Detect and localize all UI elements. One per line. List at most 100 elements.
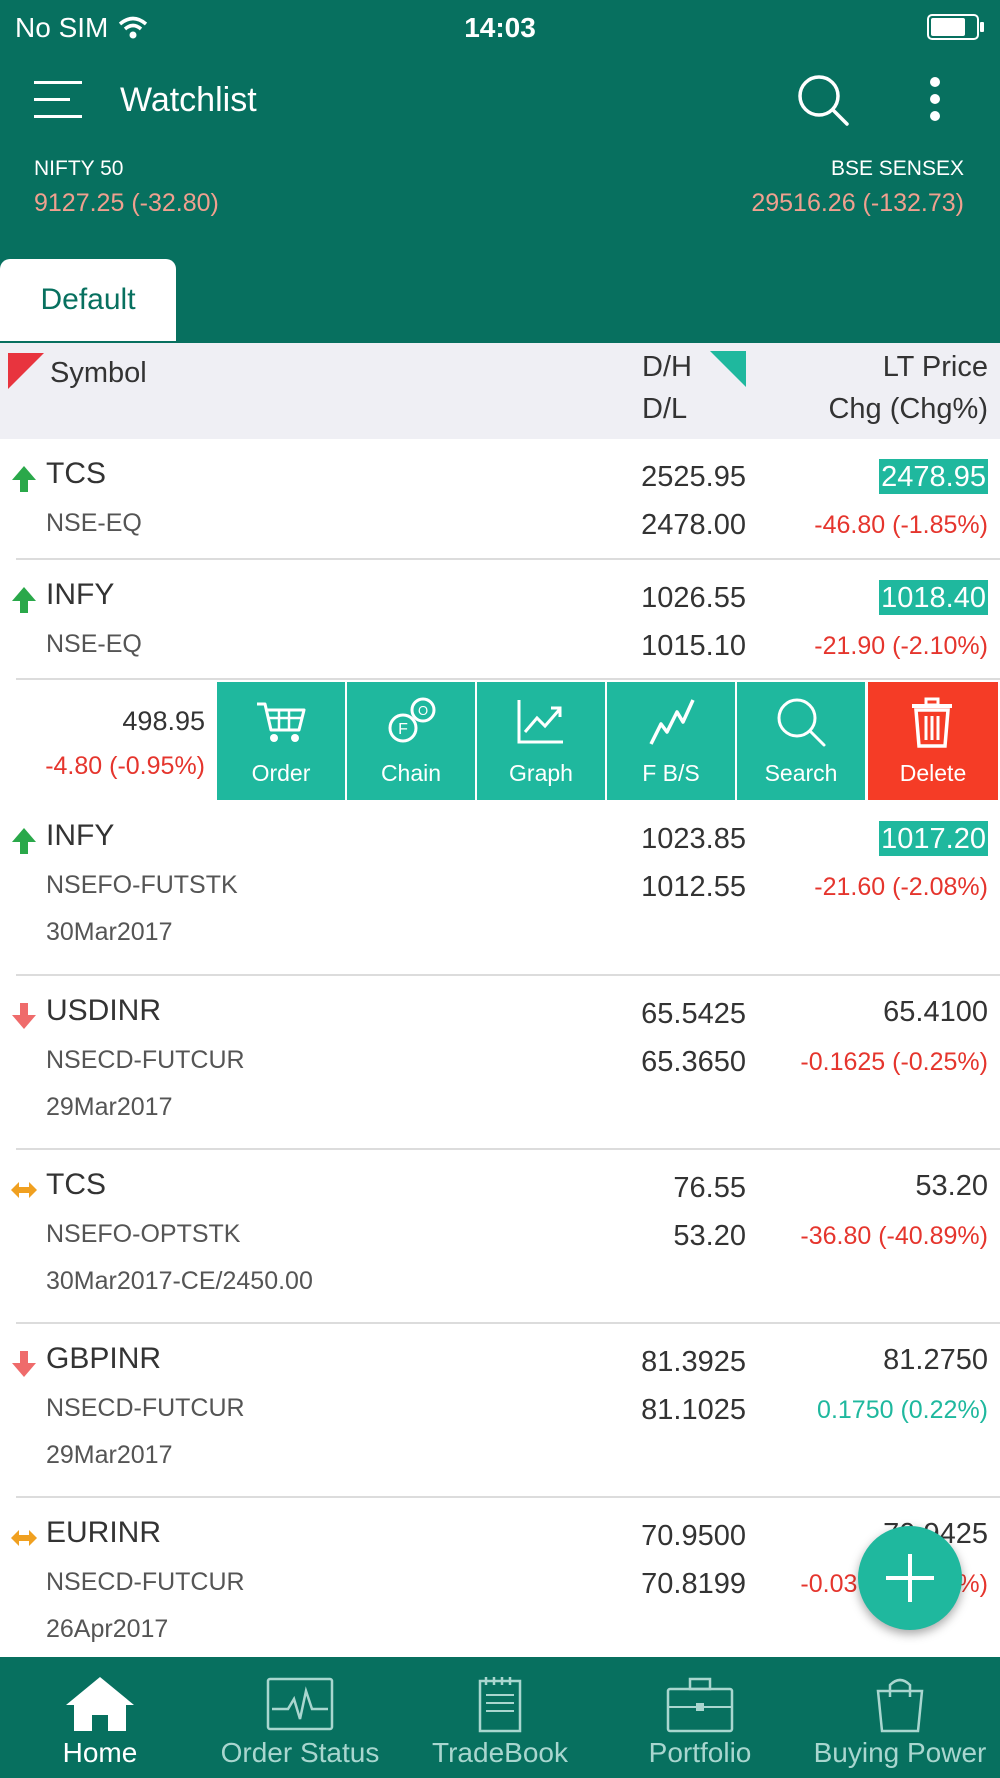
row-change: -46.80 (-1.85%) — [814, 511, 988, 539]
row-symbol: TCS — [46, 1168, 106, 1201]
row-symbol: TCS — [46, 457, 106, 490]
watchlist-row[interactable]: INFY NSEFO-FUTSTK 30Mar2017 1023.85 1012… — [0, 801, 1000, 976]
zigzag-chart-icon — [649, 699, 695, 745]
svg-text:O: O — [418, 703, 428, 718]
nav-label: Portfolio — [648, 1737, 752, 1768]
swiped-row[interactable]: 498.95 -4.80 (-0.95%) Order F O Chain Gr… — [0, 680, 1000, 801]
nav-label: Buying Power — [813, 1737, 987, 1768]
index-name: BSE SENSEX — [830, 157, 964, 180]
row-symbol: EURINR — [46, 1516, 162, 1549]
action-label: Search — [764, 760, 838, 786]
action-label: Order — [251, 760, 311, 786]
chain-icon: F O — [388, 697, 436, 743]
row-expiry: 29Mar2017 — [46, 1441, 173, 1469]
nav-label: Home — [62, 1737, 138, 1768]
watchlist-row[interactable]: TCS NSEFO-OPTSTK 30Mar2017-CE/2450.00 76… — [0, 1150, 1000, 1324]
shopping-bag-icon — [876, 1678, 924, 1733]
pulse-monitor-icon — [266, 1677, 334, 1731]
column-symbol[interactable]: Symbol — [50, 357, 147, 390]
app-header: No SIM 14:03 Watchlist NIFTY 50 9127.25 … — [0, 0, 1000, 343]
row-exchange: NSEFO-OPTSTK — [46, 1220, 241, 1248]
notebook-icon — [478, 1677, 522, 1733]
column-lt-price[interactable]: LT Price — [883, 351, 988, 384]
index-value: 29516.26 (-132.73) — [751, 189, 964, 217]
row-lt-price: 81.2750 — [883, 1344, 988, 1376]
index-value: 9127.25 (-32.80) — [34, 189, 219, 217]
nav-buying-power[interactable]: Buying Power — [800, 1657, 1000, 1778]
row-symbol: GBPINR — [46, 1342, 162, 1375]
row-day-high: 65.5425 — [641, 998, 746, 1030]
row-day-low: 70.8199 — [641, 1568, 746, 1600]
row-lt-price: 2478.95 — [879, 459, 988, 494]
row-exchange: NSECD-FUTCUR — [46, 1394, 245, 1422]
search-icon — [777, 698, 826, 747]
column-change[interactable]: Chg (Chg%) — [828, 393, 988, 426]
row-exchange: NSE-EQ — [46, 630, 142, 658]
row-day-high: 76.55 — [673, 1172, 746, 1204]
graph-button[interactable]: Graph — [477, 682, 605, 800]
row-day-high: 2525.95 — [641, 461, 746, 493]
action-label: F B/S — [642, 760, 700, 786]
search-button[interactable]: Search — [737, 682, 865, 800]
graph-icon — [517, 700, 563, 744]
index-name: NIFTY 50 — [34, 157, 124, 180]
row-change: -4.80 (-0.95%) — [45, 752, 205, 780]
action-label: Chain — [380, 760, 442, 786]
arrow-left-right-icon — [11, 1530, 37, 1546]
chain-button[interactable]: F O Chain — [347, 682, 475, 800]
column-header: Symbol D/H D/L LT Price Chg (Chg%) — [0, 343, 1000, 439]
row-expiry: 30Mar2017 — [46, 918, 173, 946]
row-lt-price: 1018.40 — [879, 580, 988, 615]
add-symbol-button[interactable] — [858, 1526, 962, 1630]
status-time: 14:03 — [464, 12, 536, 43]
page-title: Watchlist — [120, 81, 257, 119]
cart-icon — [257, 702, 306, 742]
sort-flag-icon — [8, 353, 44, 389]
column-dh[interactable]: D/H — [642, 351, 692, 384]
briefcase-icon — [666, 1677, 734, 1733]
row-change: -36.80 (-40.89%) — [800, 1222, 988, 1250]
search-icon[interactable] — [796, 73, 850, 127]
order-button[interactable]: Order — [217, 682, 345, 800]
watchlist-row[interactable]: TCS NSE-EQ 2525.95 2478.00 2478.95 -46.8… — [0, 439, 1000, 560]
watchlist-row[interactable]: INFY NSE-EQ 1026.55 1015.10 1018.40 -21.… — [0, 560, 1000, 680]
watchlist-row[interactable]: GBPINR NSECD-FUTCUR 29Mar2017 81.3925 81… — [0, 1324, 1000, 1498]
row-expiry: 30Mar2017-CE/2450.00 — [46, 1267, 313, 1295]
row-lt-price: 498.95 — [122, 706, 205, 736]
home-icon — [66, 1677, 134, 1731]
row-day-high: 81.3925 — [641, 1346, 746, 1378]
more-options-icon[interactable] — [918, 75, 952, 125]
row-day-low: 1015.10 — [641, 630, 746, 662]
row-change: -0.1625 (-0.25%) — [800, 1048, 988, 1076]
row-exchange: NSE-EQ — [46, 509, 142, 537]
nav-order-status[interactable]: Order Status — [200, 1657, 400, 1778]
sensex-index[interactable]: BSE SENSEX 29516.26 (-132.73) — [751, 157, 964, 218]
swiped-row-content: 498.95 -4.80 (-0.95%) — [0, 680, 217, 801]
nav-home[interactable]: Home — [0, 1657, 200, 1778]
tab-default[interactable]: Default — [0, 259, 176, 341]
nav-tradebook[interactable]: TradeBook — [400, 1657, 600, 1778]
nav-label: Order Status — [220, 1737, 380, 1768]
row-day-low: 65.3650 — [641, 1046, 746, 1078]
row-symbol: USDINR — [46, 994, 162, 1027]
row-day-low: 53.20 — [673, 1220, 746, 1252]
watchlist-row[interactable]: USDINR NSECD-FUTCUR 29Mar2017 65.5425 65… — [0, 976, 1000, 1150]
arrow-down-icon — [12, 1003, 36, 1029]
row-day-low: 2478.00 — [641, 509, 746, 541]
arrow-down-icon — [12, 1351, 36, 1377]
fbs-button[interactable]: F B/S — [607, 682, 735, 800]
row-lt-price: 53.20 — [915, 1170, 988, 1202]
delete-button[interactable]: Delete — [868, 682, 998, 800]
row-day-high: 70.9500 — [641, 1520, 746, 1552]
nav-portfolio[interactable]: Portfolio — [600, 1657, 800, 1778]
bottom-nav: Home Order Status TradeBook Portfolio Bu… — [0, 1657, 1000, 1778]
menu-icon[interactable] — [34, 79, 84, 119]
watchlist-row[interactable]: EURINR NSECD-FUTCUR 26Apr2017 70.9500 70… — [0, 1498, 1000, 1657]
row-change: -21.60 (-2.08%) — [814, 873, 988, 901]
app-bar: Watchlist — [0, 55, 1000, 145]
arrow-left-right-icon — [11, 1182, 37, 1198]
action-label: Delete — [899, 760, 967, 786]
column-dl[interactable]: D/L — [642, 393, 687, 426]
nifty-index[interactable]: NIFTY 50 9127.25 (-32.80) — [34, 157, 219, 218]
svg-text:F: F — [398, 721, 408, 738]
